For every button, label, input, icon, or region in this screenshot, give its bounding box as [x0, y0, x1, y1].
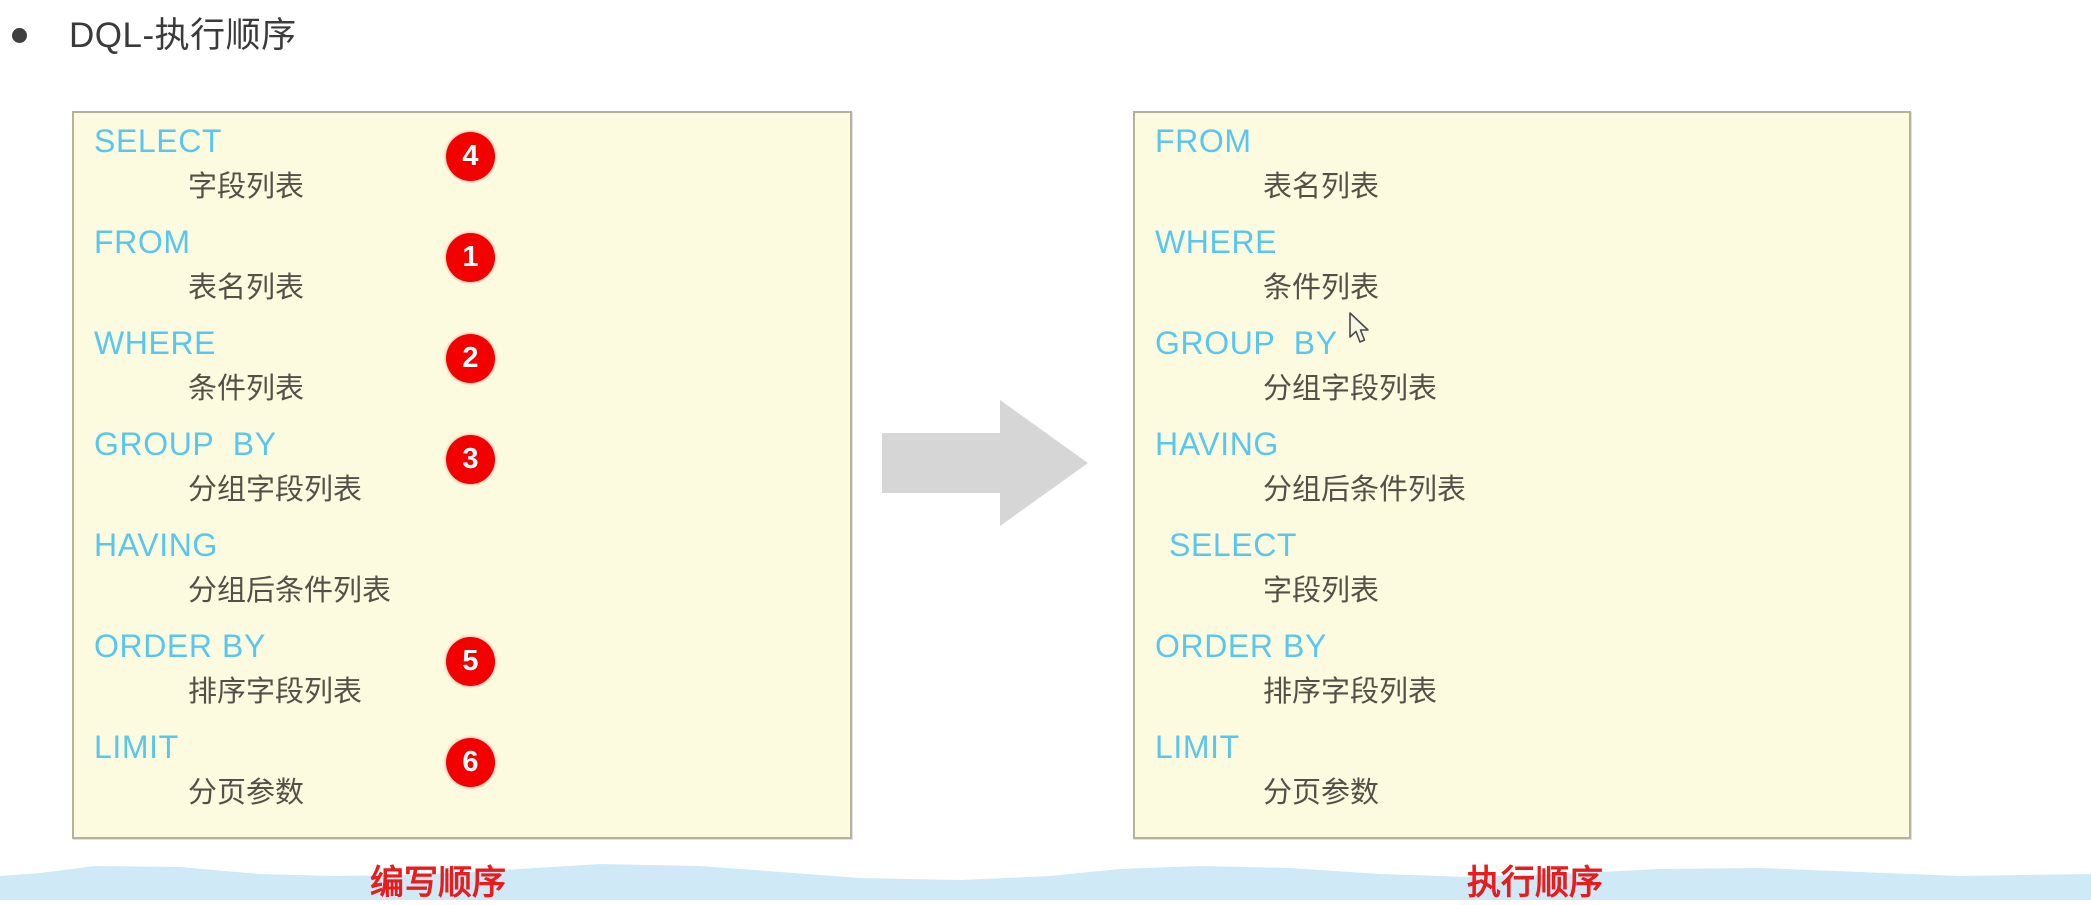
clause-keyword: SELECT	[1169, 527, 1298, 563]
clause-value: 表名列表	[188, 272, 305, 304]
clause-row: GROUP BY 分组字段列表	[1135, 327, 1909, 428]
clause-keyword: HAVING	[94, 527, 218, 563]
writing-order-clause-list: SELECT 字段列表 4 FROM 表名列表 1 WHERE 条件列表 2 GROUP BY 分组…	[74, 113, 850, 837]
writing-order-caption: 编写顺序	[370, 864, 506, 902]
execution-order-clause-list: FROM 表名列表 WHERE 条件列表 GROUP BY 分组字段列表 HAVING 分组后…	[1135, 113, 1909, 837]
clause-keyword: LIMIT	[1155, 729, 1240, 765]
clause-value: 排序字段列表	[188, 676, 363, 708]
execution-order-panel: FROM 表名列表 WHERE 条件列表 GROUP BY 分组字段列表 HAVING 分组后…	[1133, 111, 1911, 839]
clause-row: HAVING 分组后条件列表	[74, 529, 850, 630]
clause-value: 分页参数	[188, 777, 305, 809]
clause-row: WHERE 条件列表	[1135, 226, 1909, 327]
clause-value: 字段列表	[1263, 575, 1380, 607]
page-title: DQL-执行顺序	[69, 15, 297, 55]
bullet-dot-icon	[12, 27, 27, 43]
clause-keyword: ORDER BY	[1155, 628, 1327, 664]
clause-row: SELECT 字段列表	[1135, 529, 1909, 630]
clause-value: 分组字段列表	[1263, 373, 1438, 405]
execution-order-caption: 执行顺序	[1467, 864, 1603, 902]
clause-keyword: GROUP BY	[94, 426, 277, 462]
clause-keyword: FROM	[1155, 123, 1252, 159]
decorative-wave	[0, 854, 2091, 900]
clause-row: FROM 表名列表	[1135, 125, 1909, 226]
clause-keyword: LIMIT	[94, 729, 179, 765]
writing-order-panel: SELECT 字段列表 4 FROM 表名列表 1 WHERE 条件列表 2 GROUP BY 分组…	[72, 111, 852, 839]
clause-value: 分组后条件列表	[1263, 474, 1467, 506]
clause-keyword: WHERE	[1155, 224, 1278, 260]
clause-keyword: GROUP BY	[1155, 325, 1338, 361]
clause-keyword: FROM	[94, 224, 191, 260]
clause-value: 分组字段列表	[188, 474, 363, 506]
clause-value: 条件列表	[188, 373, 305, 405]
clause-row: HAVING 分组后条件列表	[1135, 428, 1909, 529]
order-badge: 3	[446, 435, 495, 484]
right-arrow-icon	[882, 400, 1088, 526]
mouse-pointer-icon	[1349, 312, 1373, 346]
order-badge: 4	[446, 132, 495, 181]
clause-row: LIMIT 分页参数	[1135, 731, 1909, 832]
order-badge: 5	[446, 637, 495, 686]
order-badge: 1	[446, 233, 495, 282]
clause-keyword: SELECT	[94, 123, 223, 159]
clause-value: 字段列表	[188, 171, 305, 203]
clause-keyword: HAVING	[1155, 426, 1279, 462]
clause-value: 表名列表	[1263, 171, 1380, 203]
clause-row: ORDER BY 排序字段列表	[1135, 630, 1909, 731]
clause-value: 条件列表	[1263, 272, 1380, 304]
order-badge: 2	[446, 334, 495, 383]
clause-value: 排序字段列表	[1263, 676, 1438, 708]
page-heading: DQL-执行顺序	[0, 8, 297, 62]
clause-keyword: WHERE	[94, 325, 217, 361]
clause-value: 分组后条件列表	[188, 575, 392, 607]
clause-keyword: ORDER BY	[94, 628, 266, 664]
clause-value: 分页参数	[1263, 777, 1380, 809]
order-badge: 6	[446, 738, 495, 787]
